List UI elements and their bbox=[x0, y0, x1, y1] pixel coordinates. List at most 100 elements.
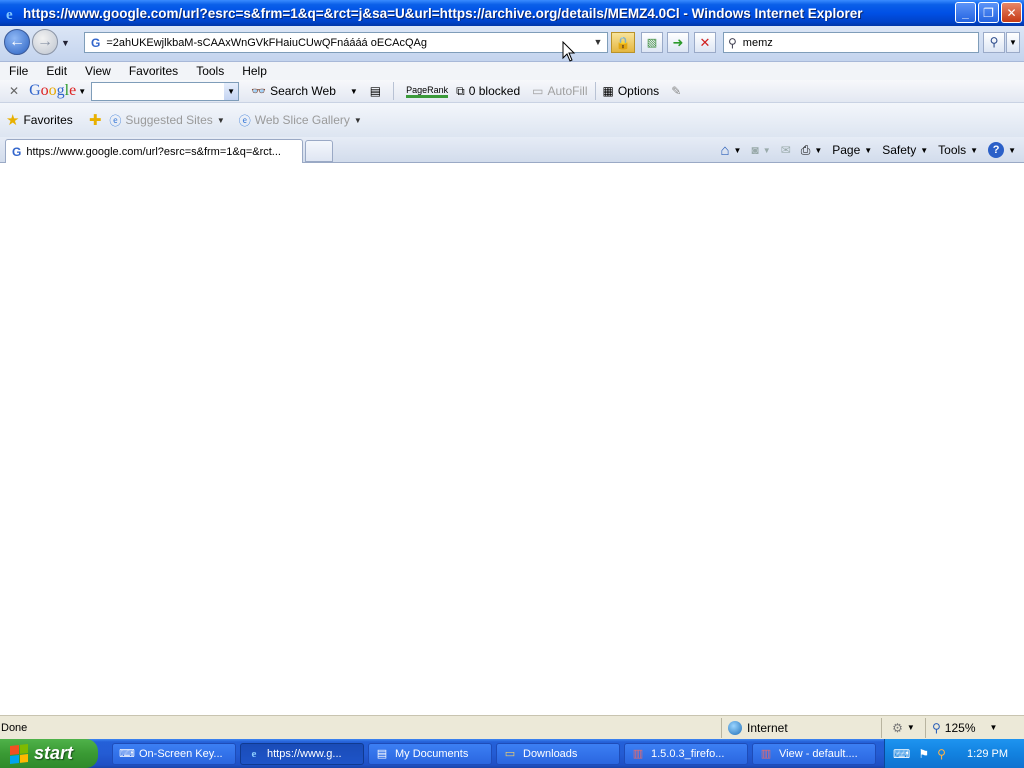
web-slice-gallery-link[interactable]: ⓔ Web Slice Gallery ▼ bbox=[239, 112, 362, 129]
task-firefox-archive[interactable]: ▥ 1.5.0.3_firefo... bbox=[624, 742, 748, 765]
google-favicon-icon: G bbox=[12, 144, 22, 159]
back-button[interactable]: ← bbox=[4, 29, 30, 55]
google-menu-dropdown-icon[interactable]: ▼ bbox=[78, 87, 86, 96]
zoom-control[interactable]: ⚲ 125% ▼ bbox=[925, 717, 1021, 738]
help-menu[interactable]: ? ▼ bbox=[988, 142, 1016, 158]
start-button[interactable]: start bbox=[0, 739, 98, 768]
feeds-button[interactable]: ◙ ▼ bbox=[751, 143, 770, 157]
chevron-down-icon[interactable]: ▼ bbox=[970, 146, 978, 155]
home-button[interactable]: ⌂ ▼ bbox=[720, 142, 741, 159]
print-button[interactable]: ⎙ ▼ bbox=[801, 143, 823, 158]
suggested-sites-label: Suggested Sites bbox=[125, 113, 213, 127]
suggested-sites-link[interactable]: ⓔ Suggested Sites ▼ bbox=[109, 112, 224, 129]
help-icon: ? bbox=[988, 142, 1005, 158]
page-menu[interactable]: Page ▼ bbox=[832, 143, 872, 157]
ie-page-icon: ⓔ bbox=[109, 113, 122, 128]
chevron-down-icon[interactable]: ▼ bbox=[734, 146, 742, 155]
address-url[interactable]: =2ahUKEwjlkbaM-sCAAxWnGVkFHaiuCUwQFnáááá… bbox=[106, 37, 586, 49]
new-tab-button[interactable] bbox=[305, 140, 333, 162]
add-to-favorites-icon[interactable]: ✚ bbox=[89, 111, 102, 129]
recent-pages-dropdown[interactable]: ▼ bbox=[61, 38, 70, 48]
close-toolbar-icon[interactable]: ✕ bbox=[9, 84, 19, 98]
chevron-down-icon[interactable]: ▼ bbox=[814, 146, 822, 155]
mouse-cursor-icon bbox=[562, 41, 576, 62]
chevron-down-icon[interactable]: ▼ bbox=[920, 146, 928, 155]
compatibility-view-button[interactable]: ▧ bbox=[641, 32, 663, 53]
minimize-button[interactable]: _ bbox=[955, 2, 976, 23]
search-box[interactable]: ⚲ memz bbox=[723, 32, 979, 53]
google-logo[interactable]: Google bbox=[29, 82, 76, 100]
search-options-dropdown[interactable]: ▼ bbox=[1006, 32, 1020, 53]
chevron-down-icon[interactable]: ▼ bbox=[990, 723, 998, 732]
network-icon[interactable]: ⚑ bbox=[918, 747, 929, 761]
tools-menu[interactable]: Tools ▼ bbox=[938, 143, 978, 157]
maximize-button[interactable]: ❐ bbox=[978, 2, 999, 23]
favorites-bar: ★ Favorites ✚ ⓔ Suggested Sites ▼ ⓔ Web Slic… bbox=[0, 103, 1024, 137]
arrow-left-icon: ← bbox=[9, 33, 25, 50]
autofill-button[interactable]: ▭ AutoFill bbox=[532, 84, 587, 98]
popup-blocker-icon: ⧉ bbox=[456, 83, 465, 98]
favorites-label: Favorites bbox=[23, 113, 73, 127]
options-label: Options bbox=[617, 84, 660, 98]
favorites-button[interactable]: ★ Favorites bbox=[6, 111, 73, 129]
menu-help[interactable]: Help bbox=[233, 64, 276, 78]
google-search-input[interactable]: ▼ bbox=[91, 81, 240, 101]
gear-icon: ⚙ bbox=[892, 720, 903, 735]
search-tray-icon[interactable]: ⚲ bbox=[937, 747, 946, 761]
title-bar[interactable]: e https://www.google.com/url?esrc=s&frm=… bbox=[0, 0, 1024, 26]
security-zone[interactable]: Internet bbox=[721, 717, 881, 738]
autofill-icon: ▭ bbox=[532, 84, 544, 98]
chevron-down-icon[interactable]: ▼ bbox=[217, 116, 225, 125]
address-dropdown-icon[interactable]: ▼ bbox=[591, 35, 605, 50]
chevron-down-icon[interactable]: ▼ bbox=[354, 116, 362, 125]
web-slice-gallery-label: Web Slice Gallery bbox=[254, 113, 350, 127]
search-button[interactable]: ⚲ bbox=[983, 32, 1005, 53]
task-view-default[interactable]: ▥ View - default.... bbox=[752, 742, 876, 765]
task-on-screen-keyboard[interactable]: ⌨ On-Screen Key... bbox=[112, 742, 236, 765]
menu-view[interactable]: View bbox=[76, 64, 120, 78]
forward-button[interactable]: → bbox=[32, 29, 58, 55]
menu-file[interactable]: File bbox=[0, 64, 37, 78]
stop-button[interactable]: ✕ bbox=[694, 32, 716, 53]
chevron-down-icon[interactable]: ▼ bbox=[1008, 146, 1016, 155]
safety-menu[interactable]: Safety ▼ bbox=[882, 143, 928, 157]
chevron-down-icon[interactable]: ▼ bbox=[907, 723, 915, 732]
menu-tools[interactable]: Tools bbox=[187, 64, 233, 78]
mail-icon: ✉ bbox=[780, 143, 791, 157]
menu-favorites[interactable]: Favorites bbox=[120, 64, 187, 78]
star-icon: ★ bbox=[6, 112, 20, 129]
search-input[interactable]: memz bbox=[743, 37, 773, 49]
task-my-documents[interactable]: ▤ My Documents bbox=[368, 742, 492, 765]
windows-logo-icon bbox=[10, 743, 28, 764]
search-web-label: Search Web bbox=[270, 84, 336, 98]
popup-blocker-button[interactable]: ⧉ 0 blocked bbox=[456, 84, 520, 99]
chevron-down-icon[interactable]: ▼ bbox=[763, 146, 771, 155]
svg-text:e: e bbox=[6, 7, 13, 21]
task-label: View - default.... bbox=[779, 747, 858, 760]
options-button[interactable]: ▦ Options bbox=[602, 84, 659, 98]
toolbar-divider bbox=[595, 82, 597, 100]
tab-google-url[interactable]: G https://www.google.com/url?esrc=s&frm=… bbox=[5, 139, 303, 163]
address-bar[interactable]: G =2ahUKEwjlkbaM-sCAAxWnGVkFHaiuCUwQFnáá… bbox=[84, 32, 608, 53]
pagerank-indicator[interactable]: PageRank bbox=[406, 85, 449, 98]
clock[interactable]: 1:29 PM bbox=[967, 748, 1008, 760]
chevron-down-icon[interactable]: ▼ bbox=[864, 146, 872, 155]
menu-edit[interactable]: Edit bbox=[37, 64, 76, 78]
protected-mode-button[interactable]: ⚙ ▼ bbox=[881, 717, 925, 738]
keyboard-tray-icon[interactable]: ⌨ bbox=[893, 747, 910, 761]
close-button[interactable]: ✕ bbox=[1001, 2, 1022, 23]
task-downloads[interactable]: ▭ Downloads bbox=[496, 742, 620, 765]
read-mail-button[interactable]: ✉ bbox=[781, 143, 791, 157]
page-content[interactable] bbox=[0, 163, 1024, 715]
archive-icon: ▥ bbox=[760, 747, 772, 760]
autofill-label: AutoFill bbox=[547, 84, 588, 98]
go-button[interactable]: ➜ bbox=[667, 32, 689, 53]
system-tray: ⌨ ⚑ ⚲ 1:29 PM bbox=[884, 739, 1024, 768]
task-internet-explorer[interactable]: e https://www.g... bbox=[240, 742, 364, 765]
pencil-button[interactable]: ✎ bbox=[671, 84, 685, 98]
search-web-dropdown-icon[interactable]: ▼ bbox=[350, 87, 358, 96]
search-web-button[interactable]: 👓 Search Web ▼ bbox=[251, 84, 358, 98]
chevron-down-icon[interactable]: ▼ bbox=[224, 82, 239, 100]
highlight-button[interactable]: ▤ bbox=[370, 84, 385, 98]
lock-icon[interactable]: 🔒 bbox=[611, 32, 635, 53]
